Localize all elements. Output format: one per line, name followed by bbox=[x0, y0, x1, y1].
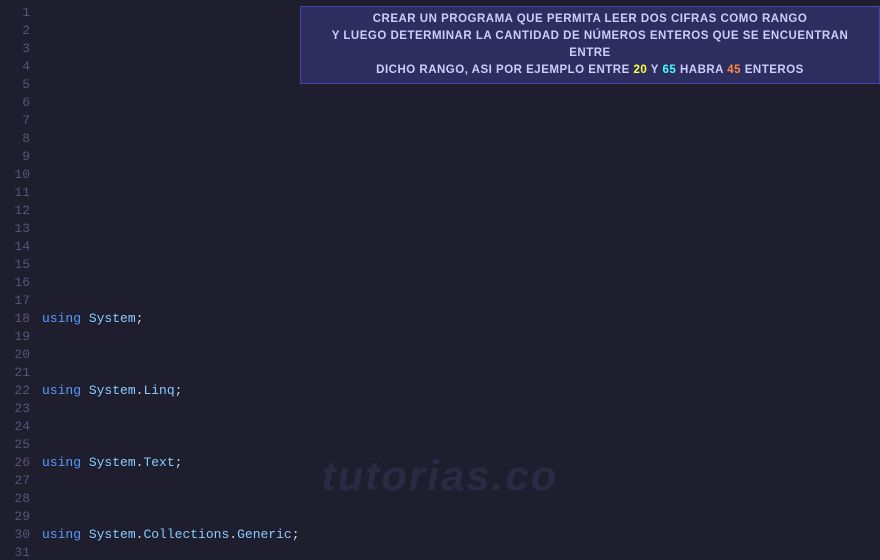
tooltip-line2: Y LUEGO DETERMINAR LA CANTIDAD DE NÚMERO… bbox=[311, 28, 869, 62]
code-line-8: using System.Collections.Generic; bbox=[42, 526, 880, 544]
code-editor: CREAR UN PROGRAMA QUE PERMITA LEER DOS C… bbox=[0, 0, 880, 560]
tooltip-overlay: CREAR UN PROGRAMA QUE PERMITA LEER DOS C… bbox=[300, 6, 880, 84]
code-line-5: using System; bbox=[42, 310, 880, 328]
code-line-7: using System.Text; bbox=[42, 454, 880, 472]
code-line-6: using System.Linq; bbox=[42, 382, 880, 400]
tooltip-line3: DICHO RANGO, ASI POR EJEMPLO ENTRE 20 Y … bbox=[311, 62, 869, 79]
code-line-4 bbox=[42, 238, 880, 256]
code-line-2 bbox=[42, 112, 880, 130]
code-content[interactable]: using System; using System.Linq; using S… bbox=[38, 4, 880, 560]
code-line-3 bbox=[42, 166, 880, 184]
line-numbers: 1 2 3 4 5 6 7 8 9 10 11 12 13 14 15 16 1… bbox=[0, 4, 38, 560]
code-area: 1 2 3 4 5 6 7 8 9 10 11 12 13 14 15 16 1… bbox=[0, 0, 880, 560]
tooltip-line1: CREAR UN PROGRAMA QUE PERMITA LEER DOS C… bbox=[311, 11, 869, 28]
